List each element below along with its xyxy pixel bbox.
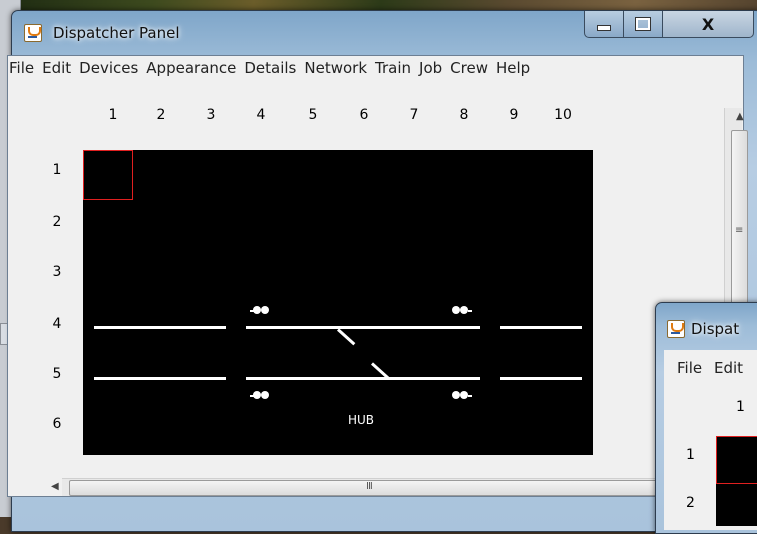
scroll-left-icon[interactable]: ◀ [51, 481, 59, 492]
maximize-icon [635, 17, 651, 31]
column-header: 9 [509, 107, 519, 123]
track-board[interactable] [83, 150, 593, 455]
row-header: 1 [52, 162, 62, 178]
column-header: 4 [256, 107, 266, 123]
column-header: 6 [359, 107, 369, 123]
column-header: 1 [736, 399, 745, 415]
row-header: 6 [52, 416, 62, 432]
row-header: 4 [52, 316, 62, 332]
column-header: 5 [308, 107, 318, 123]
row-header: 2 [52, 214, 62, 230]
signal-icon[interactable] [250, 391, 272, 401]
minimize-icon [597, 25, 611, 31]
signal-icon[interactable] [452, 391, 474, 401]
menu-file[interactable]: File [8, 59, 34, 77]
column-header: 7 [409, 107, 419, 123]
menu-network[interactable]: Network [296, 59, 367, 77]
menu-file[interactable]: File [677, 359, 702, 377]
track-segment[interactable] [500, 377, 582, 380]
column-header: 3 [206, 107, 216, 123]
window-title: Dispatcher Panel [53, 24, 180, 42]
selected-cell[interactable] [716, 436, 757, 484]
menu-edit[interactable]: Edit [714, 359, 743, 377]
maximize-button[interactable] [623, 11, 663, 38]
menu-appearance[interactable]: Appearance [138, 59, 236, 77]
minimize-button[interactable] [584, 11, 624, 38]
track-segment[interactable] [246, 326, 480, 329]
track-segment[interactable] [246, 377, 480, 380]
menu-help[interactable]: Help [488, 59, 530, 77]
track-segment[interactable] [94, 377, 226, 380]
grip-icon: ≡ [735, 225, 743, 236]
row-header: 1 [686, 447, 695, 463]
column-header: 1 [108, 107, 118, 123]
close-icon: X [701, 14, 715, 34]
hub-label: HUB [348, 413, 375, 427]
menu-edit[interactable]: Edit [34, 59, 71, 77]
java-icon[interactable] [24, 24, 42, 42]
window-title: Dispat [691, 320, 740, 338]
horizontal-scroll-thumb[interactable] [69, 480, 681, 496]
scroll-up-icon[interactable]: ▲ [736, 111, 744, 122]
selected-cell[interactable] [83, 150, 133, 200]
menu-crew[interactable]: Crew [442, 59, 488, 77]
menu-train[interactable]: Train [367, 59, 411, 77]
menu-job[interactable]: Job [411, 59, 442, 77]
column-header: 2 [156, 107, 166, 123]
column-header: 8 [459, 107, 469, 123]
menu-devices[interactable]: Devices [71, 59, 138, 77]
row-header: 5 [52, 366, 62, 382]
signal-icon[interactable] [250, 306, 272, 316]
java-icon[interactable] [667, 320, 685, 338]
grip-icon: III [366, 481, 373, 492]
close-button[interactable]: X [662, 11, 754, 38]
signal-icon[interactable] [452, 306, 474, 316]
row-header: 3 [52, 264, 62, 280]
menu-details[interactable]: Details [236, 59, 296, 77]
track-segment[interactable] [500, 326, 582, 329]
column-header: 10 [554, 107, 572, 123]
row-header: 2 [686, 495, 695, 511]
menu-bar: File Edit Devices Appearance Details Net… [8, 56, 742, 80]
track-segment[interactable] [94, 326, 226, 329]
